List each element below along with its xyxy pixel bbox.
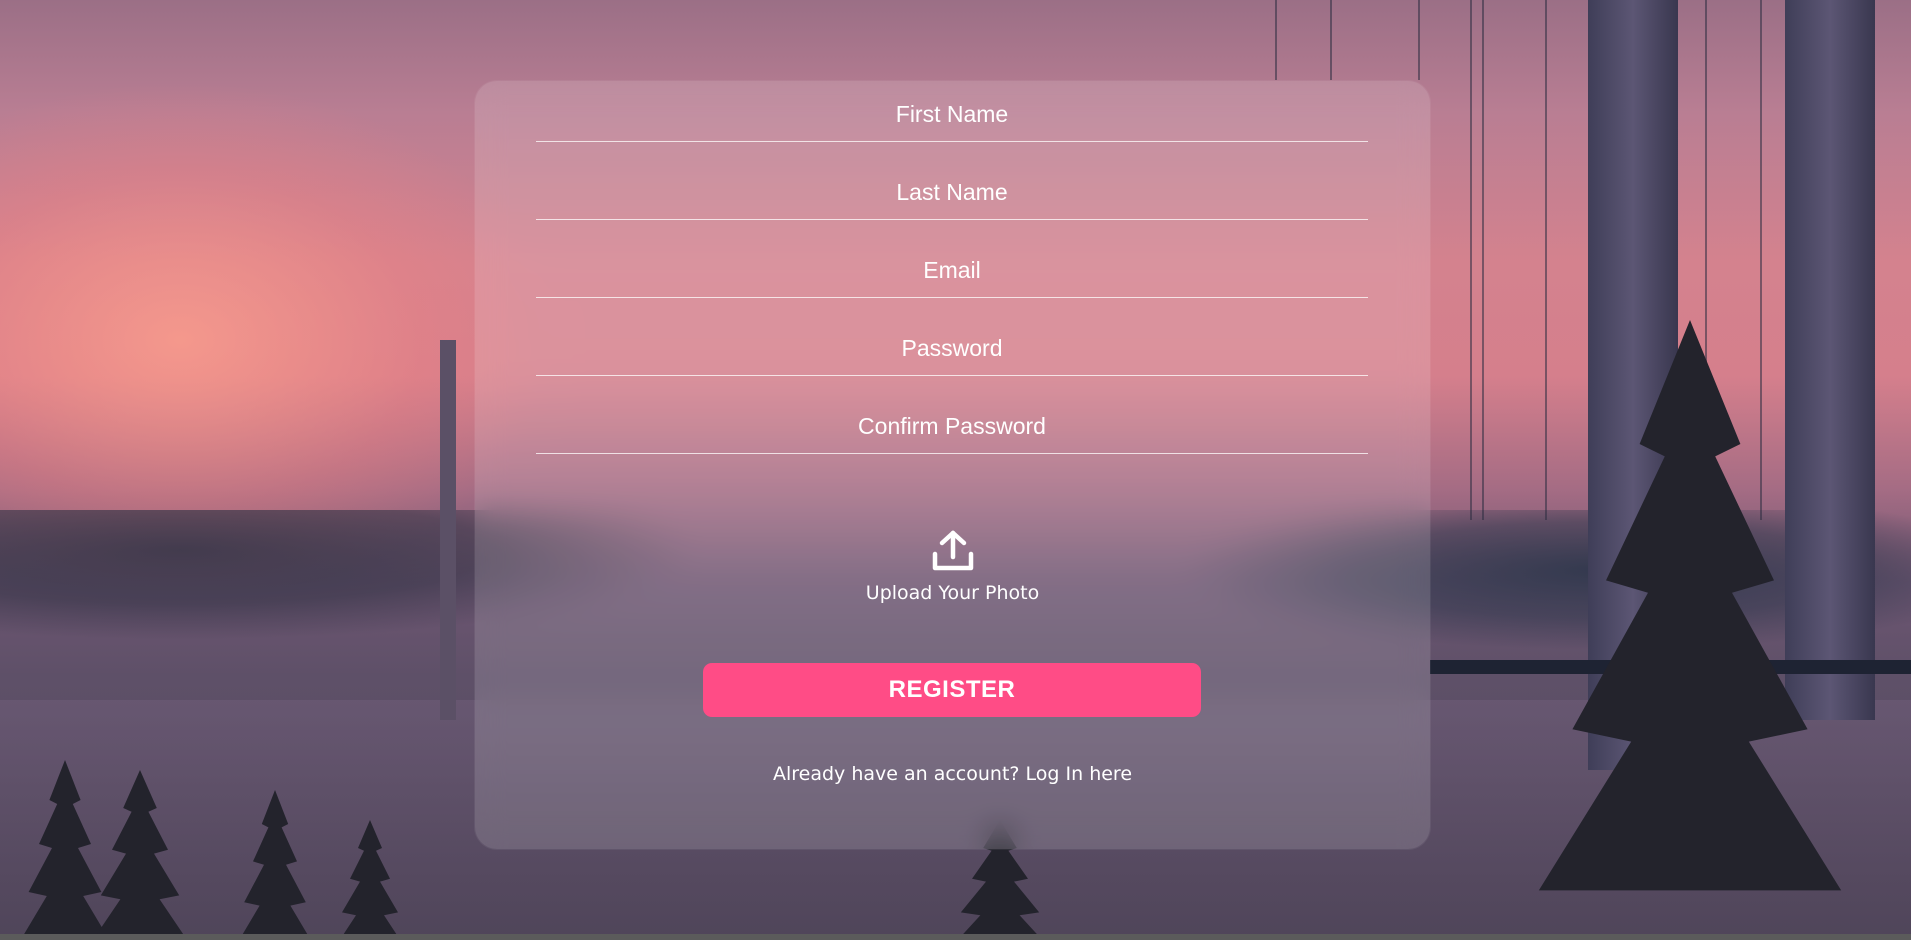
login-link-text[interactable]: Already have an account? Log In here	[773, 763, 1132, 785]
email-field[interactable]	[536, 237, 1368, 298]
first-name-field[interactable]	[536, 81, 1368, 142]
bridge-cable	[1418, 0, 1420, 80]
window-bottom-edge	[0, 934, 1911, 940]
bridge-cable	[1760, 0, 1762, 520]
bridge-cable	[1482, 0, 1484, 520]
login-link[interactable]: Already have an account? Log In here	[475, 763, 1430, 785]
password-input[interactable]	[536, 315, 1368, 375]
upload-icon	[932, 530, 973, 571]
last-name-input[interactable]	[536, 159, 1368, 219]
email-input[interactable]	[536, 237, 1368, 297]
bridge-tower	[1785, 0, 1875, 720]
bridge-cable	[1545, 0, 1547, 520]
bridge-cable	[1330, 0, 1332, 80]
register-card: Upload Your Photo REGISTER Already have …	[475, 81, 1430, 849]
upload-photo-label: Upload Your Photo	[865, 582, 1040, 604]
confirm-password-field[interactable]	[536, 393, 1368, 454]
upload-photo-button[interactable]: Upload Your Photo	[475, 530, 1430, 604]
password-field[interactable]	[536, 315, 1368, 376]
last-name-field[interactable]	[536, 159, 1368, 220]
bridge-cable	[1470, 0, 1472, 520]
confirm-password-input[interactable]	[536, 393, 1368, 453]
register-button[interactable]: REGISTER	[703, 663, 1201, 717]
first-name-input[interactable]	[536, 81, 1368, 141]
bridge-cable	[1275, 0, 1277, 80]
distant-bridge-tower	[440, 340, 456, 720]
